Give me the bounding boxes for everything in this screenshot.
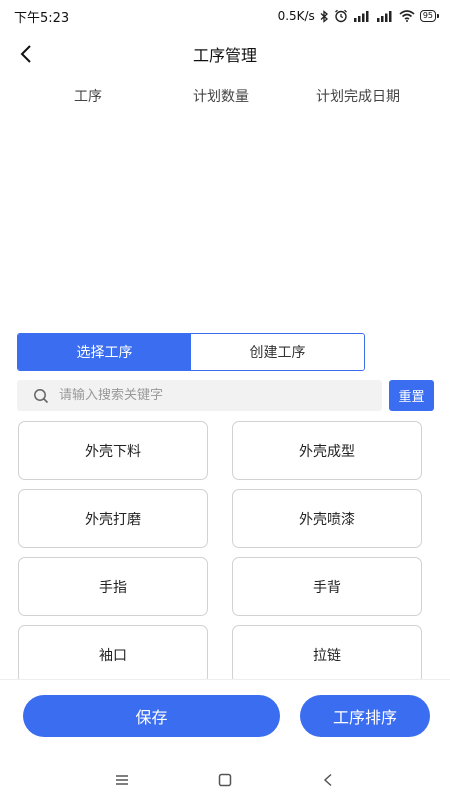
process-tile[interactable]: 外壳下料 [18,421,208,480]
process-tile[interactable]: 手背 [232,557,422,616]
column-header-planned-quantity: 计划数量 [193,89,249,105]
header: 工序管理 [0,32,450,76]
chevron-left-icon [20,45,31,63]
search-icon [34,388,49,403]
back-triangle-icon [324,773,332,786]
table-header: 工序 计划数量 计划完成日期 [0,82,450,110]
menu-button[interactable] [107,765,137,795]
process-tile[interactable]: 袖口 [18,625,208,679]
status-icons: 0.5K/s 95 [277,9,440,23]
process-tile[interactable]: 外壳打磨 [18,489,208,548]
process-grid: 外壳下料 外壳成型 外壳打磨 外壳喷漆 手指 手背 袖口 拉链 [18,421,422,679]
save-button[interactable]: 保存 [23,695,280,737]
square-icon [218,773,232,786]
system-nav-bar [0,759,450,800]
home-button[interactable] [210,765,240,795]
battery-icon: 95 [419,10,440,22]
bottom-action-bar: 保存 工序排序 [0,679,450,759]
signal-icon-1 [353,11,369,22]
bluetooth-icon [320,9,328,23]
wifi-icon [399,10,415,22]
signal-icon-2 [376,11,392,22]
segment-control: 选择工序 创建工序 [17,333,365,371]
search-box [17,380,382,411]
page-title: 工序管理 [192,46,257,65]
network-speed: 0.5K/s [277,9,315,23]
menu-icon [115,774,128,785]
sort-process-button[interactable]: 工序排序 [300,695,430,737]
process-tile[interactable]: 外壳喷漆 [232,489,422,548]
column-header-process: 工序 [74,89,102,105]
process-tile[interactable]: 手指 [18,557,208,616]
tab-select-process[interactable]: 选择工序 [18,334,191,370]
status-bar: 下午5:23 0.5K/s 95 [0,0,450,32]
process-tile[interactable]: 拉链 [232,625,422,679]
reset-button[interactable]: 重置 [389,380,434,411]
battery-level: 95 [422,11,433,20]
column-header-planned-date: 计划完成日期 [316,89,400,105]
system-back-button[interactable] [313,765,343,795]
search-input[interactable] [59,388,339,403]
status-time: 下午5:23 [14,10,70,26]
back-button[interactable] [12,40,40,68]
process-tile[interactable]: 外壳成型 [232,421,422,480]
tab-create-process[interactable]: 创建工序 [191,334,364,370]
alarm-icon [334,9,347,23]
